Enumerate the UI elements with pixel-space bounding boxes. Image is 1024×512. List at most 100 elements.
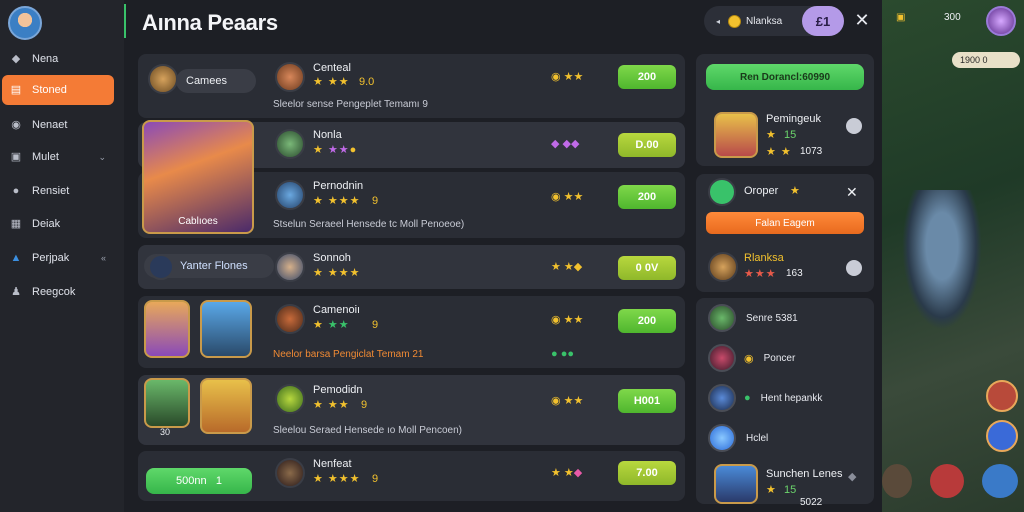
skill-button[interactable] <box>882 464 912 498</box>
currency-label: 500nn <box>176 475 207 487</box>
star-rating: ★ ★★ <box>313 319 350 331</box>
shield-icon: ◆ <box>11 53 21 65</box>
sidebar-item-reegcok[interactable]: ♟ Reegcok <box>2 277 114 307</box>
close-icon[interactable]: ✕ <box>852 10 872 31</box>
rating-value: 9 <box>361 399 368 411</box>
star-badge-icon: ◉ ★★ <box>551 314 584 326</box>
balance-badge: 1900 0 <box>952 52 1020 68</box>
friend-name: Senre 5381 <box>746 312 798 324</box>
chevron-down-icon[interactable]: ⌄ <box>98 152 106 163</box>
sidebar-item-rensiet[interactable]: ● Rensiet <box>2 176 114 206</box>
player-avatar[interactable] <box>986 6 1016 36</box>
game-name: Nenfeat <box>313 458 352 470</box>
game-thumbnail <box>275 384 305 414</box>
hero-thumbnail[interactable] <box>200 300 252 358</box>
item-name: Rlanksa <box>744 252 784 264</box>
friend-avatar <box>708 304 736 332</box>
star-rating: ★ ★★ <box>313 76 350 88</box>
list-item[interactable]: Hclel <box>708 424 768 452</box>
gem-badge-icon: ● ●● <box>551 348 574 360</box>
sidebar-item-stoned[interactable]: ▤ Stoned <box>2 75 114 105</box>
skill-button[interactable] <box>986 420 1018 452</box>
chevron-double-icon[interactable]: « <box>101 253 106 263</box>
friend-value: 15 <box>784 484 797 496</box>
skill-button[interactable] <box>930 464 964 498</box>
category-tag[interactable]: Camees <box>176 69 256 93</box>
sidebar-item-nena[interactable]: ◆ Nena <box>2 44 114 74</box>
buy-button[interactable]: 0 0V <box>618 256 676 280</box>
game-name: Camenoiı <box>313 304 361 316</box>
sidebar-item-deiak[interactable]: ▦ Deiak <box>2 209 114 239</box>
item-thumbnail <box>708 252 738 282</box>
buy-button[interactable]: D.00 <box>618 133 676 157</box>
star-icon: ★ <box>766 129 777 141</box>
group-icon: ♟ <box>11 286 21 298</box>
star-rating: ★ ★★★ <box>313 195 361 207</box>
currency-pill[interactable]: £1 <box>802 6 844 36</box>
currency-button[interactable]: 500nn 1 <box>146 468 252 494</box>
game-description: Neelor barsa Pengiclat Temam 21 <box>273 349 424 360</box>
sidebar-item-label: Perjpak <box>32 252 70 264</box>
friend-name: Poncer <box>763 352 796 364</box>
currency-name: Nlanksa <box>746 15 783 27</box>
sidebar-item-label: Stoned <box>32 84 67 96</box>
featured-hero-card[interactable]: Cablıoes <box>142 120 254 234</box>
buy-button[interactable]: 7.00 <box>618 461 676 485</box>
friend-name: Hent hepankk <box>760 392 823 404</box>
list-item[interactable]: Senre 5381 <box>708 304 798 332</box>
buy-button[interactable]: 200 <box>618 65 676 89</box>
star-rating: ★ ★★★ <box>313 267 361 279</box>
skill-button[interactable] <box>982 464 1018 498</box>
item-name: Oroper <box>744 185 779 197</box>
page-title: Aınna Peaars <box>142 10 278 35</box>
coin-count: 300 <box>944 12 961 23</box>
tools-icon[interactable]: ✕ <box>846 184 858 201</box>
star-rating: ★★★ <box>744 268 777 280</box>
home-icon: ▲ <box>10 252 22 264</box>
avatar[interactable] <box>8 6 42 40</box>
item-count: 1073 <box>800 146 823 157</box>
star-icon: ★ <box>790 185 800 197</box>
buy-button[interactable]: 200 <box>618 309 676 333</box>
rating-value: 9 <box>372 195 379 207</box>
hero-name: Cablıoes <box>178 216 218 227</box>
star-icon: ★ <box>766 484 777 496</box>
friend-avatar <box>708 384 736 412</box>
sidebar-item-perjpak[interactable]: ▲ Perjpak « <box>2 243 114 273</box>
currency-bar[interactable]: ◂ Nlanksa £1 <box>704 6 844 36</box>
game-description: Sleelou Seraed Hensede ıo Moll Pencoen) <box>273 425 463 436</box>
hero-thumbnail[interactable] <box>144 378 190 428</box>
cart-icon: ▣ <box>10 151 22 163</box>
info-icon[interactable] <box>846 118 862 134</box>
pin-icon: ● <box>12 185 20 197</box>
divider <box>124 4 126 38</box>
claim-button[interactable]: Ren Dorancl:60990 <box>706 64 864 90</box>
hero-thumbnail[interactable] <box>144 300 190 358</box>
info-icon[interactable] <box>846 260 862 276</box>
sidebar: ◆ Nena ▤ Stoned ◉ Nenaet ▣ Mulet ⌄ ● Rensiet ▦… <box>0 0 124 512</box>
hero-count: 30 <box>160 427 171 437</box>
item-count: 163 <box>786 268 803 279</box>
tag-icon[interactable]: ◆ <box>848 470 856 483</box>
list-item[interactable]: ◉ Poncer <box>708 344 795 372</box>
game-description: Sleelor sense Pengeplet Temamı 9 <box>273 99 428 110</box>
list-item[interactable]: ● Hent hepankk <box>708 384 822 412</box>
chat-icon: ◉ <box>11 119 21 131</box>
rating-value: 9 <box>372 319 379 331</box>
item-thumbnail[interactable] <box>714 112 758 158</box>
rating-value: 9.0 <box>359 76 375 88</box>
sidebar-item-label: Rensiet <box>32 185 70 197</box>
sidebar-item-label: Deiak <box>32 218 61 230</box>
trophy-icon: ▦ <box>10 218 22 230</box>
rating-value: 9 <box>372 473 379 485</box>
buy-button[interactable]: 200 <box>618 185 676 209</box>
friend-card[interactable] <box>714 464 758 504</box>
star-badge-icon: ◉ ★★ <box>551 191 584 203</box>
sidebar-item-label: Mulet <box>32 151 59 163</box>
action-button[interactable]: Falan Eagem <box>706 212 864 234</box>
hero-thumbnail[interactable] <box>200 378 252 434</box>
sidebar-item-nenaet[interactable]: ◉ Nenaet <box>2 110 114 140</box>
skill-button[interactable] <box>986 380 1018 412</box>
sidebar-item-mulet[interactable]: ▣ Mulet ⌄ <box>2 142 114 172</box>
buy-button[interactable]: H001 <box>618 389 676 413</box>
